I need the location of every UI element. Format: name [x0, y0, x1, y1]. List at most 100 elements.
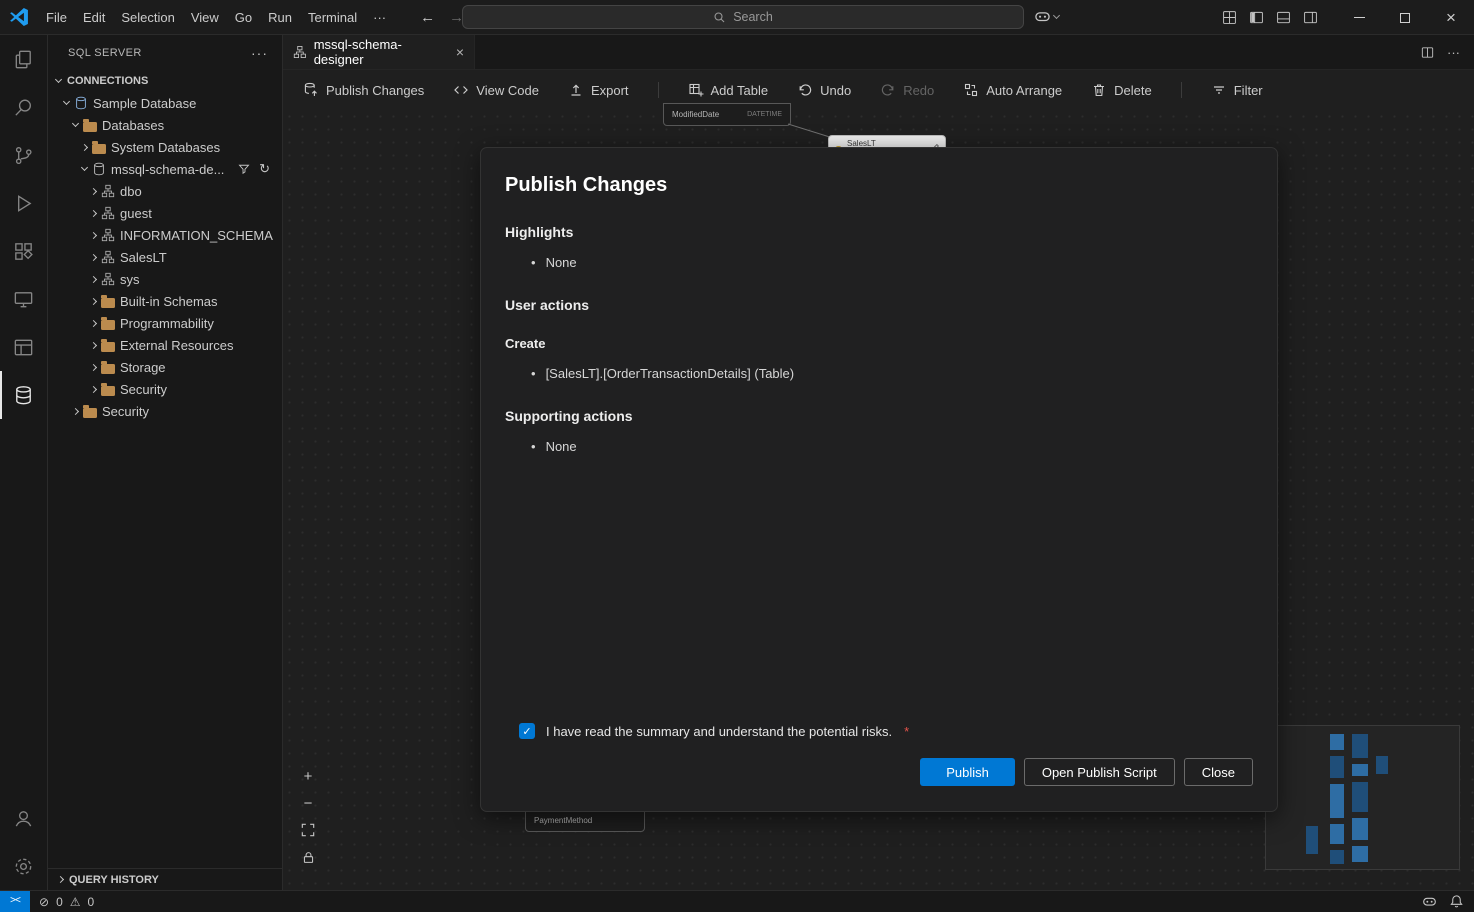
tree-item-mssql-schema-designer-db[interactable]: mssql-schema-de... ↻ — [48, 158, 282, 180]
table-row-fragment[interactable]: ModifiedDate DATETIME — [663, 103, 791, 126]
menu-terminal[interactable]: Terminal — [300, 7, 365, 28]
tree-item-guest[interactable]: guest — [48, 202, 282, 224]
sql-server-sidebar: SQL SERVER ··· CONNECTIONS Sample Databa… — [48, 35, 283, 890]
minimap[interactable] — [1265, 725, 1460, 870]
tree-item-storage[interactable]: Storage — [48, 356, 282, 378]
source-control-icon[interactable] — [0, 131, 47, 179]
minimap-block — [1330, 756, 1344, 778]
tab-mssql-schema-designer[interactable]: mssql-schema-designer × — [283, 35, 475, 69]
settings-gear-icon[interactable] — [0, 842, 47, 890]
chevron-down-icon — [72, 120, 79, 127]
open-publish-script-button[interactable]: Open Publish Script — [1024, 758, 1175, 786]
remote-indicator[interactable]: >< — [0, 891, 30, 912]
menu-more[interactable]: ··· — [365, 7, 394, 28]
toggle-panel-icon[interactable] — [1273, 8, 1293, 28]
publish-changes-button[interactable]: Publish Changes — [303, 82, 424, 98]
close-window-button[interactable]: × — [1428, 0, 1474, 35]
customize-layout-icon[interactable] — [1219, 8, 1239, 28]
minimap-block — [1330, 784, 1344, 818]
panels-view-icon[interactable] — [0, 323, 47, 371]
vscode-logo-icon — [9, 7, 29, 27]
connections-section-header[interactable]: CONNECTIONS — [48, 70, 282, 92]
auto-arrange-button[interactable]: Auto Arrange — [963, 82, 1062, 98]
menu-go[interactable]: Go — [227, 7, 260, 28]
problems-indicator[interactable]: ⊘0 ⚠0 — [30, 895, 106, 909]
tree-item-information-schema[interactable]: INFORMATION_SCHEMA — [48, 224, 282, 246]
export-button[interactable]: Export — [568, 82, 629, 98]
export-icon — [568, 82, 584, 98]
run-debug-icon[interactable] — [0, 179, 47, 227]
copilot-status-icon[interactable] — [1422, 894, 1437, 909]
split-editor-icon[interactable] — [1420, 45, 1435, 60]
folder-icon — [101, 386, 115, 396]
notifications-bell-icon[interactable] — [1449, 894, 1464, 909]
filter-button[interactable]: Filter — [1211, 82, 1263, 98]
auto-arrange-icon — [963, 82, 979, 98]
undo-button[interactable]: Undo — [797, 82, 851, 98]
toggle-secondary-sidebar-icon[interactable] — [1300, 8, 1320, 28]
refresh-icon[interactable]: ↻ — [259, 161, 270, 177]
tree-item-sys[interactable]: sys — [48, 268, 282, 290]
chevron-down-icon — [63, 98, 70, 105]
close-button[interactable]: Close — [1184, 758, 1253, 786]
folder-icon — [101, 342, 115, 352]
close-tab-icon[interactable]: × — [456, 44, 464, 60]
maximize-button[interactable] — [1382, 0, 1428, 35]
sidebar-more-actions-icon[interactable]: ··· — [251, 45, 268, 61]
tree-item-external-resources[interactable]: External Resources — [48, 334, 282, 356]
nav-back-icon[interactable]: ← — [420, 9, 435, 26]
menu-run[interactable]: Run — [260, 7, 300, 28]
account-icon[interactable] — [0, 794, 47, 842]
delete-button[interactable]: Delete — [1091, 82, 1152, 98]
tree-item-security[interactable]: Security — [48, 378, 282, 400]
title-bar: File Edit Selection View Go Run Terminal… — [0, 0, 1474, 35]
menu-selection[interactable]: Selection — [113, 7, 182, 28]
remote-explorer-icon[interactable] — [0, 275, 47, 323]
tree-item-dbo[interactable]: dbo — [48, 180, 282, 202]
tree-item-label: Security — [102, 404, 149, 419]
minimap-block — [1330, 850, 1344, 864]
folder-icon — [83, 408, 97, 418]
lock-button[interactable] — [299, 848, 317, 866]
add-table-label: Add Table — [711, 83, 769, 98]
toggle-primary-sidebar-icon[interactable] — [1246, 8, 1266, 28]
menu-edit[interactable]: Edit — [75, 7, 113, 28]
risk-acknowledge-checkbox[interactable]: ✓ — [519, 723, 535, 739]
view-code-button[interactable]: View Code — [453, 82, 539, 98]
command-center-search[interactable]: Search — [462, 5, 1024, 29]
chevron-right-icon — [81, 143, 88, 150]
supporting-actions-heading: Supporting actions — [505, 408, 1253, 424]
zoom-out-button[interactable]: − — [299, 794, 317, 812]
tree-item-system-databases[interactable]: System Databases — [48, 136, 282, 158]
tree-item-databases[interactable]: Databases — [48, 114, 282, 136]
filter-funnel-icon[interactable] — [238, 163, 250, 175]
sidebar-title: SQL SERVER — [68, 47, 142, 59]
tree-item-label: Storage — [120, 360, 166, 375]
extensions-icon[interactable] — [0, 227, 47, 275]
tree-item-built-in-schemas[interactable]: Built-in Schemas — [48, 290, 282, 312]
copilot-menu[interactable] — [1034, 8, 1059, 25]
editor-more-actions-icon[interactable]: ··· — [1447, 45, 1460, 60]
tree-item-label: mssql-schema-de... — [111, 162, 224, 177]
tree-item-security-top[interactable]: Security — [48, 400, 282, 422]
trash-icon — [1091, 82, 1107, 98]
tree-item-saleslt[interactable]: SalesLT — [48, 246, 282, 268]
sql-server-view-icon[interactable] — [0, 371, 47, 419]
query-history-section-header[interactable]: QUERY HISTORY — [48, 868, 282, 890]
menu-view[interactable]: View — [183, 7, 227, 28]
menu-file[interactable]: File — [38, 7, 75, 28]
redo-button[interactable]: Redo — [880, 82, 934, 98]
explorer-icon[interactable] — [0, 35, 47, 83]
tree-item-programmability[interactable]: Programmability — [48, 312, 282, 334]
tree-item-sample-database[interactable]: Sample Database — [48, 92, 282, 114]
minimap-block — [1352, 734, 1368, 758]
search-view-icon[interactable] — [0, 83, 47, 131]
zoom-fit-button[interactable] — [299, 821, 317, 839]
chevron-right-icon — [72, 407, 79, 414]
add-table-button[interactable]: Add Table — [688, 82, 769, 98]
redo-label: Redo — [903, 83, 934, 98]
publish-button[interactable]: Publish — [920, 758, 1015, 786]
minimize-button[interactable] — [1336, 0, 1382, 35]
zoom-in-button[interactable]: + — [299, 767, 317, 785]
folder-icon — [83, 122, 97, 132]
